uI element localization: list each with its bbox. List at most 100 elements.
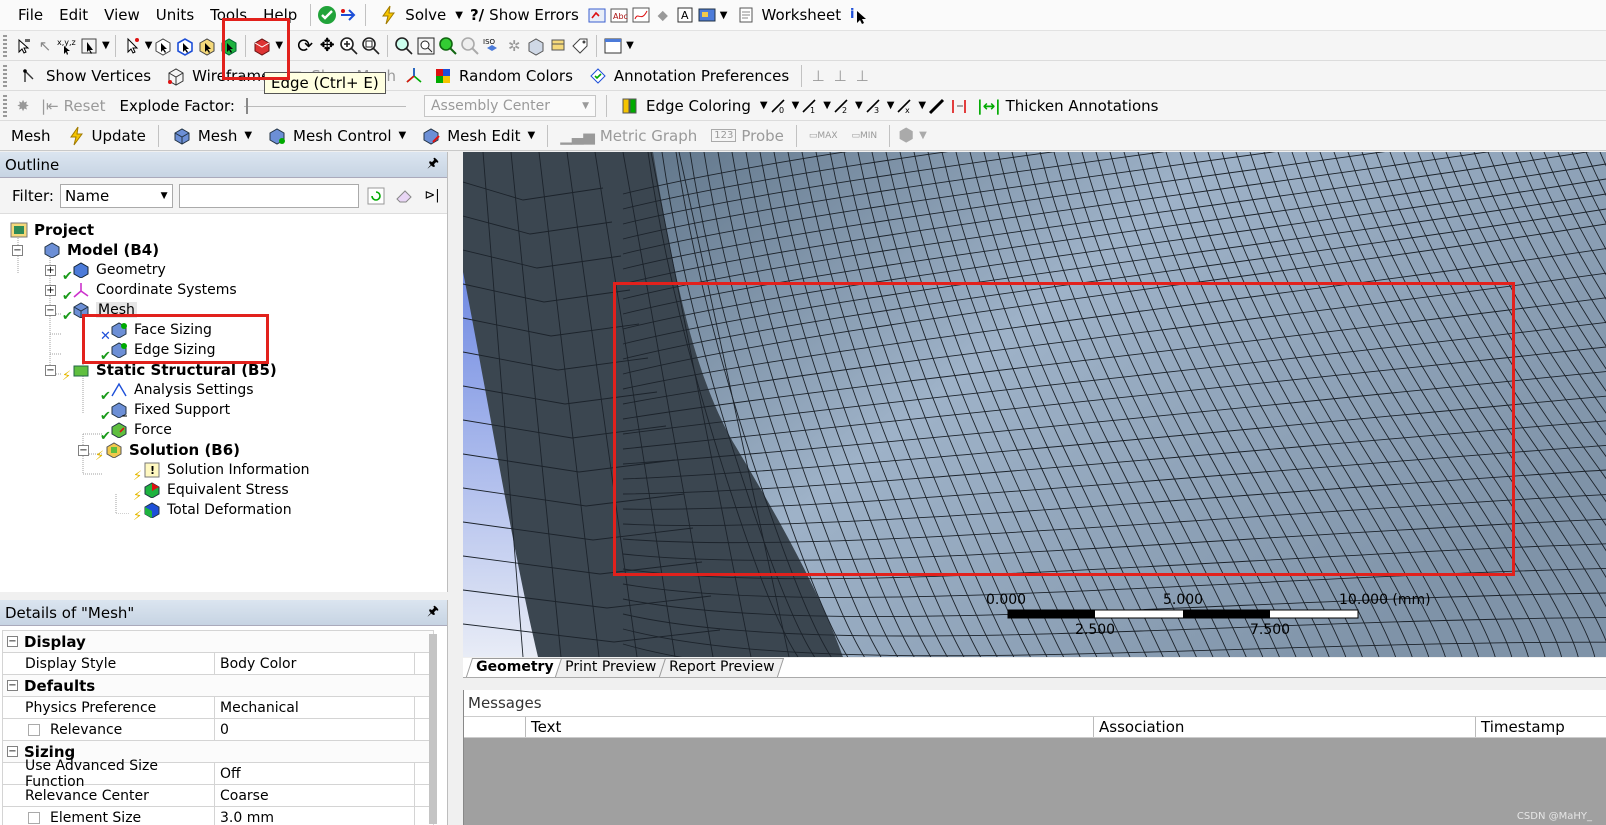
rotate-icon[interactable]: ⟳ (294, 35, 316, 57)
show-errors-button[interactable]: ?/Show Errors (463, 3, 586, 27)
refresh-icon[interactable] (365, 185, 387, 207)
expand-toggle-icon[interactable]: + (45, 284, 56, 296)
select-mode-icon[interactable] (78, 35, 100, 57)
zoom-icon[interactable] (338, 35, 360, 57)
viewport-layout-icon[interactable] (602, 35, 624, 57)
menu-view[interactable]: View (96, 6, 148, 24)
collapse-toggle-icon[interactable]: − (45, 364, 56, 376)
collapse-toggle-icon[interactable]: − (12, 244, 23, 256)
collapse-toggle-icon[interactable]: − (78, 444, 89, 456)
collapse-toggle-icon[interactable]: − (45, 304, 56, 316)
tab-geometry[interactable]: Geometry (465, 658, 564, 677)
menu-units[interactable]: Units (148, 6, 202, 24)
commands-icon[interactable] (586, 4, 608, 26)
chart-icon[interactable] (630, 4, 652, 26)
tree-item-face-sizing[interactable]: ✕ Face Sizing (100, 320, 212, 344)
annotation-preferences-button[interactable]: Annotation Preferences (580, 64, 796, 88)
thicken-annotations-button[interactable]: |↔| Thicken Annotations (970, 94, 1165, 118)
menu-file[interactable]: File (10, 6, 51, 24)
image-icon[interactable]: ⬥ (652, 4, 674, 26)
property-value[interactable]: Mechanical (215, 697, 415, 718)
details-scrollbar[interactable] (429, 634, 437, 824)
extend-dropdown-icon[interactable]: ▼ (275, 40, 283, 51)
select-vertex-box-icon[interactable] (152, 35, 174, 57)
select-point-icon[interactable] (12, 35, 34, 57)
details-row[interactable]: Element Size 3.0 mm (3, 807, 433, 825)
select-vertex-icon[interactable] (121, 35, 143, 57)
section-defaults[interactable]: − Defaults (3, 675, 433, 697)
property-value[interactable]: Off (215, 763, 415, 784)
explode-icon[interactable]: ✸ (12, 95, 34, 117)
parameter-checkbox[interactable] (28, 723, 40, 736)
tree-item-equivalent-stress[interactable]: ⚡ Equivalent Stress (133, 480, 289, 504)
text-annotation-icon[interactable]: A (674, 4, 696, 26)
edge-style-3-icon[interactable]: 3 (863, 95, 885, 117)
edge-style-2-icon[interactable]: 2 (831, 95, 853, 117)
details-row[interactable]: Relevance Center Coarse (3, 785, 433, 807)
tree-item-coordinate-systems[interactable]: + ✔ Coordinate Systems (45, 280, 237, 304)
tree-item-solution[interactable]: − ⚡ Solution (B6) (78, 440, 240, 464)
select-face-icon[interactable] (196, 35, 218, 57)
property-value[interactable]: Coarse (215, 785, 415, 806)
edge-style-x-dropdown-icon[interactable]: ▼ (918, 100, 926, 111)
ruler-vertical-icon[interactable]: ⊥ (829, 65, 851, 87)
graphics-viewport[interactable]: 0.000 5.000 10.000 (mm) 2.500 7.500 (463, 152, 1606, 657)
extend-selection-icon[interactable] (251, 35, 273, 57)
min-icon[interactable]: ▭MIN (845, 124, 885, 148)
pin-icon[interactable]: 🖈 (427, 154, 439, 176)
select-mode-dropdown-icon[interactable]: ▼ (102, 40, 110, 51)
edge-style-1-icon[interactable]: 1 (799, 95, 821, 117)
details-row[interactable]: Use Advanced Size Function Off (3, 758, 433, 790)
assembly-center-select[interactable]: Assembly Center ▼ (423, 94, 596, 117)
tree-item-total-deformation[interactable]: ⚡ Total Deformation (133, 500, 292, 524)
tree-item-analysis-settings[interactable]: ✔ Analysis Settings (100, 380, 254, 404)
column-text[interactable]: Text (526, 717, 1094, 737)
menu-edit[interactable]: Edit (51, 6, 96, 24)
hexagon-icon[interactable]: ⬢ (895, 125, 917, 147)
image-to-file-icon[interactable] (696, 4, 718, 26)
edge-style-0-dropdown-icon[interactable]: ▼ (792, 100, 800, 111)
tree-item-model[interactable]: − Model (B4) (12, 240, 159, 260)
zoom-fit-icon[interactable] (393, 35, 415, 57)
update-button[interactable]: Update (58, 124, 153, 148)
triad-icon[interactable] (403, 65, 425, 87)
set-view-icon[interactable]: ✲ (503, 35, 525, 57)
max-icon[interactable]: ▭MAX (802, 124, 845, 148)
tree-item-mesh[interactable]: − ✔ Mesh (45, 300, 137, 324)
pan-icon[interactable]: ✥ (316, 35, 338, 57)
reset-button[interactable]: |⇤ Reset (34, 94, 113, 118)
mesh-control-button[interactable]: Mesh Control ▼ (259, 124, 413, 148)
eraser-icon[interactable] (393, 185, 415, 207)
solve-dropdown-icon[interactable]: ▼ (455, 10, 463, 21)
column-association[interactable]: Association (1094, 717, 1476, 737)
select-vertex-dropdown-icon[interactable]: ▼ (145, 40, 153, 51)
ruler-bottom-icon[interactable]: ⊥ (851, 65, 873, 87)
section-display[interactable]: − Display (3, 631, 433, 653)
metric-graph-button[interactable]: ▁▃▅ Metric Graph (553, 124, 704, 148)
collapse-toggle-icon[interactable]: − (7, 636, 18, 647)
collapse-toggle-icon[interactable]: − (7, 746, 18, 757)
viewport-dropdown-icon[interactable]: ▼ (626, 40, 634, 51)
mesh-menu-button[interactable]: Mesh ▼ (164, 124, 259, 148)
property-value[interactable]: Body Color (215, 653, 415, 674)
tree-item-edge-sizing[interactable]: ✔ Edge Sizing (100, 340, 215, 364)
collapse-icon[interactable]: ⊳| (421, 185, 443, 207)
wireframe-button[interactable]: Wireframe (158, 64, 277, 88)
select-body-icon[interactable] (218, 35, 240, 57)
edge-style-1-dropdown-icon[interactable]: ▼ (823, 100, 831, 111)
probe-button[interactable]: 123 Probe (704, 124, 791, 148)
collapse-toggle-icon[interactable]: − (7, 680, 18, 691)
tree-item-geometry[interactable]: + ✔ Geometry (45, 260, 166, 284)
thick-edge-icon[interactable] (948, 95, 970, 117)
pin-icon[interactable]: 🖈 (427, 602, 439, 624)
edge-style-x-icon[interactable]: x (894, 95, 916, 117)
menu-help[interactable]: Help (255, 6, 305, 24)
parameter-checkbox[interactable] (28, 811, 40, 824)
edge-style-3-dropdown-icon[interactable]: ▼ (887, 100, 895, 111)
ruler-icon[interactable]: ⊥ (807, 65, 829, 87)
tree-item-static-structural[interactable]: − ⚡ Static Structural (B5) (45, 360, 277, 384)
image-dropdown-icon[interactable]: ▼ (720, 10, 728, 21)
select-coordinate-icon[interactable]: ↖ (34, 35, 56, 57)
tree-item-fixed-support[interactable]: ✔ Fixed Support (100, 400, 230, 424)
details-row[interactable]: Display Style Body Color (3, 653, 433, 675)
